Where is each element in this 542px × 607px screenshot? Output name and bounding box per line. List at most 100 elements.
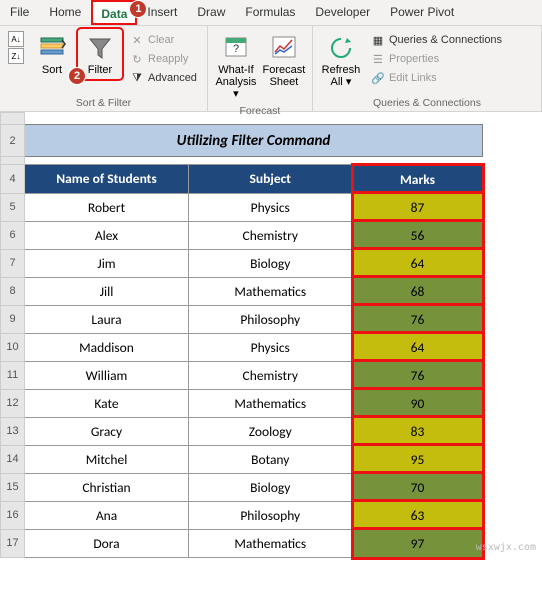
table-row[interactable]: 6AlexChemistry56: [1, 221, 483, 249]
cell-subject[interactable]: Physics: [189, 193, 353, 221]
cell-marks[interactable]: 90: [353, 389, 483, 417]
cell-marks[interactable]: 87: [353, 193, 483, 221]
row-header[interactable]: 7: [1, 249, 25, 277]
clear-icon: ✕: [130, 33, 144, 47]
tab-home[interactable]: Home: [39, 0, 91, 25]
cell-marks[interactable]: 68: [353, 277, 483, 305]
table-row[interactable]: 17DoraMathematics97: [1, 529, 483, 558]
cell-marks[interactable]: 76: [353, 361, 483, 389]
table-row[interactable]: 5RobertPhysics87: [1, 193, 483, 221]
cell-name[interactable]: Alex: [25, 221, 189, 249]
title-row[interactable]: 2 Utilizing Filter Command: [1, 125, 483, 157]
cell-name[interactable]: Mitchel: [25, 445, 189, 473]
cell-subject[interactable]: Mathematics: [189, 529, 353, 558]
filter-button[interactable]: Filter 2: [78, 29, 122, 79]
fsheet-l2: Sheet: [270, 76, 299, 88]
cell-name[interactable]: Ana: [25, 501, 189, 529]
row-header[interactable]: 5: [1, 193, 25, 221]
row-header[interactable]: 17: [1, 529, 25, 558]
cell-marks[interactable]: 76: [353, 305, 483, 333]
tab-file[interactable]: File: [0, 0, 39, 25]
properties-icon: ☰: [371, 52, 385, 66]
clear-label: Clear: [148, 34, 174, 46]
cell-name[interactable]: Dora: [25, 529, 189, 558]
cell-subject[interactable]: Chemistry: [189, 221, 353, 249]
cell-subject[interactable]: Botany: [189, 445, 353, 473]
cell-subject[interactable]: Philosophy: [189, 305, 353, 333]
refresh-all-button[interactable]: RefreshAll ▾: [319, 29, 363, 91]
table-row[interactable]: 15ChristianBiology70: [1, 473, 483, 501]
table-row[interactable]: 10MaddisonPhysics64: [1, 333, 483, 361]
refresh-icon: [327, 32, 355, 64]
title-cell[interactable]: Utilizing Filter Command: [25, 125, 483, 157]
table-row[interactable]: 12KateMathematics90: [1, 389, 483, 417]
cell-name[interactable]: Kate: [25, 389, 189, 417]
table-row[interactable]: 11WilliamChemistry76: [1, 361, 483, 389]
row-header[interactable]: 13: [1, 417, 25, 445]
cell-marks[interactable]: 64: [353, 333, 483, 361]
cell-name[interactable]: Laura: [25, 305, 189, 333]
sort-az-za[interactable]: A↓ Z↓: [6, 29, 26, 66]
tab-formulas[interactable]: Formulas: [235, 0, 305, 25]
row-header[interactable]: 9: [1, 305, 25, 333]
row-header[interactable]: 8: [1, 277, 25, 305]
forecast-sheet-button[interactable]: ForecastSheet: [262, 29, 306, 91]
tab-developer[interactable]: Developer: [305, 0, 380, 25]
worksheet[interactable]: 2 Utilizing Filter Command 4 Name of Stu…: [0, 112, 542, 559]
row-header[interactable]: 14: [1, 445, 25, 473]
cell-name[interactable]: William: [25, 361, 189, 389]
cell-subject[interactable]: Mathematics: [189, 389, 353, 417]
header-marks[interactable]: Marks: [353, 165, 483, 194]
whatif-button[interactable]: ? What-IfAnalysis ▾: [214, 29, 258, 103]
table-row[interactable]: 9LauraPhilosophy76: [1, 305, 483, 333]
whatif-l1: What-If: [218, 64, 253, 76]
cell-name[interactable]: Jim: [25, 249, 189, 277]
cell-marks[interactable]: 63: [353, 501, 483, 529]
row-header[interactable]: 2: [1, 125, 25, 157]
table-row[interactable]: 16AnaPhilosophy63: [1, 501, 483, 529]
row-header[interactable]: 11: [1, 361, 25, 389]
sort-button[interactable]: Sort: [30, 29, 74, 79]
row-header[interactable]: 15: [1, 473, 25, 501]
cell-name[interactable]: Robert: [25, 193, 189, 221]
table-row[interactable]: 13GracyZoology83: [1, 417, 483, 445]
cell-marks[interactable]: 70: [353, 473, 483, 501]
row-header[interactable]: 12: [1, 389, 25, 417]
advanced-icon: ⧩: [130, 71, 144, 85]
tab-data[interactable]: Data 1: [91, 0, 137, 25]
cell-subject[interactable]: Biology: [189, 249, 353, 277]
props-label: Properties: [389, 53, 439, 65]
cell-name[interactable]: Christian: [25, 473, 189, 501]
cell-marks[interactable]: 97: [353, 529, 483, 558]
group-label-sortfilter: Sort & Filter: [6, 95, 201, 111]
row-header[interactable]: 10: [1, 333, 25, 361]
cell-marks[interactable]: 56: [353, 221, 483, 249]
cell-subject[interactable]: Chemistry: [189, 361, 353, 389]
table-row[interactable]: 7JimBiology64: [1, 249, 483, 277]
header-subject[interactable]: Subject: [189, 165, 353, 194]
tab-draw[interactable]: Draw: [187, 0, 235, 25]
cell-name[interactable]: Jill: [25, 277, 189, 305]
queries-connections[interactable]: ▦ Queries & Connections: [367, 31, 506, 49]
cell-subject[interactable]: Philosophy: [189, 501, 353, 529]
refresh-l1: Refresh: [322, 64, 361, 76]
table-row[interactable]: 8JillMathematics68: [1, 277, 483, 305]
tab-powerpivot[interactable]: Power Pivot: [380, 0, 464, 25]
cell-marks[interactable]: 64: [353, 249, 483, 277]
advanced-filter[interactable]: ⧩ Advanced: [126, 69, 201, 87]
row-header[interactable]: 4: [1, 165, 25, 194]
edit-links: 🔗 Edit Links: [367, 69, 506, 87]
cell-marks[interactable]: 95: [353, 445, 483, 473]
table-row[interactable]: 14MitchelBotany95: [1, 445, 483, 473]
cell-name[interactable]: Gracy: [25, 417, 189, 445]
cell-name[interactable]: Maddison: [25, 333, 189, 361]
row-header[interactable]: 16: [1, 501, 25, 529]
header-row[interactable]: 4 Name of Students Subject Marks: [1, 165, 483, 194]
cell-subject[interactable]: Zoology: [189, 417, 353, 445]
cell-marks[interactable]: 83: [353, 417, 483, 445]
row-header[interactable]: 6: [1, 221, 25, 249]
cell-subject[interactable]: Mathematics: [189, 277, 353, 305]
header-name[interactable]: Name of Students: [25, 165, 189, 194]
cell-subject[interactable]: Physics: [189, 333, 353, 361]
cell-subject[interactable]: Biology: [189, 473, 353, 501]
